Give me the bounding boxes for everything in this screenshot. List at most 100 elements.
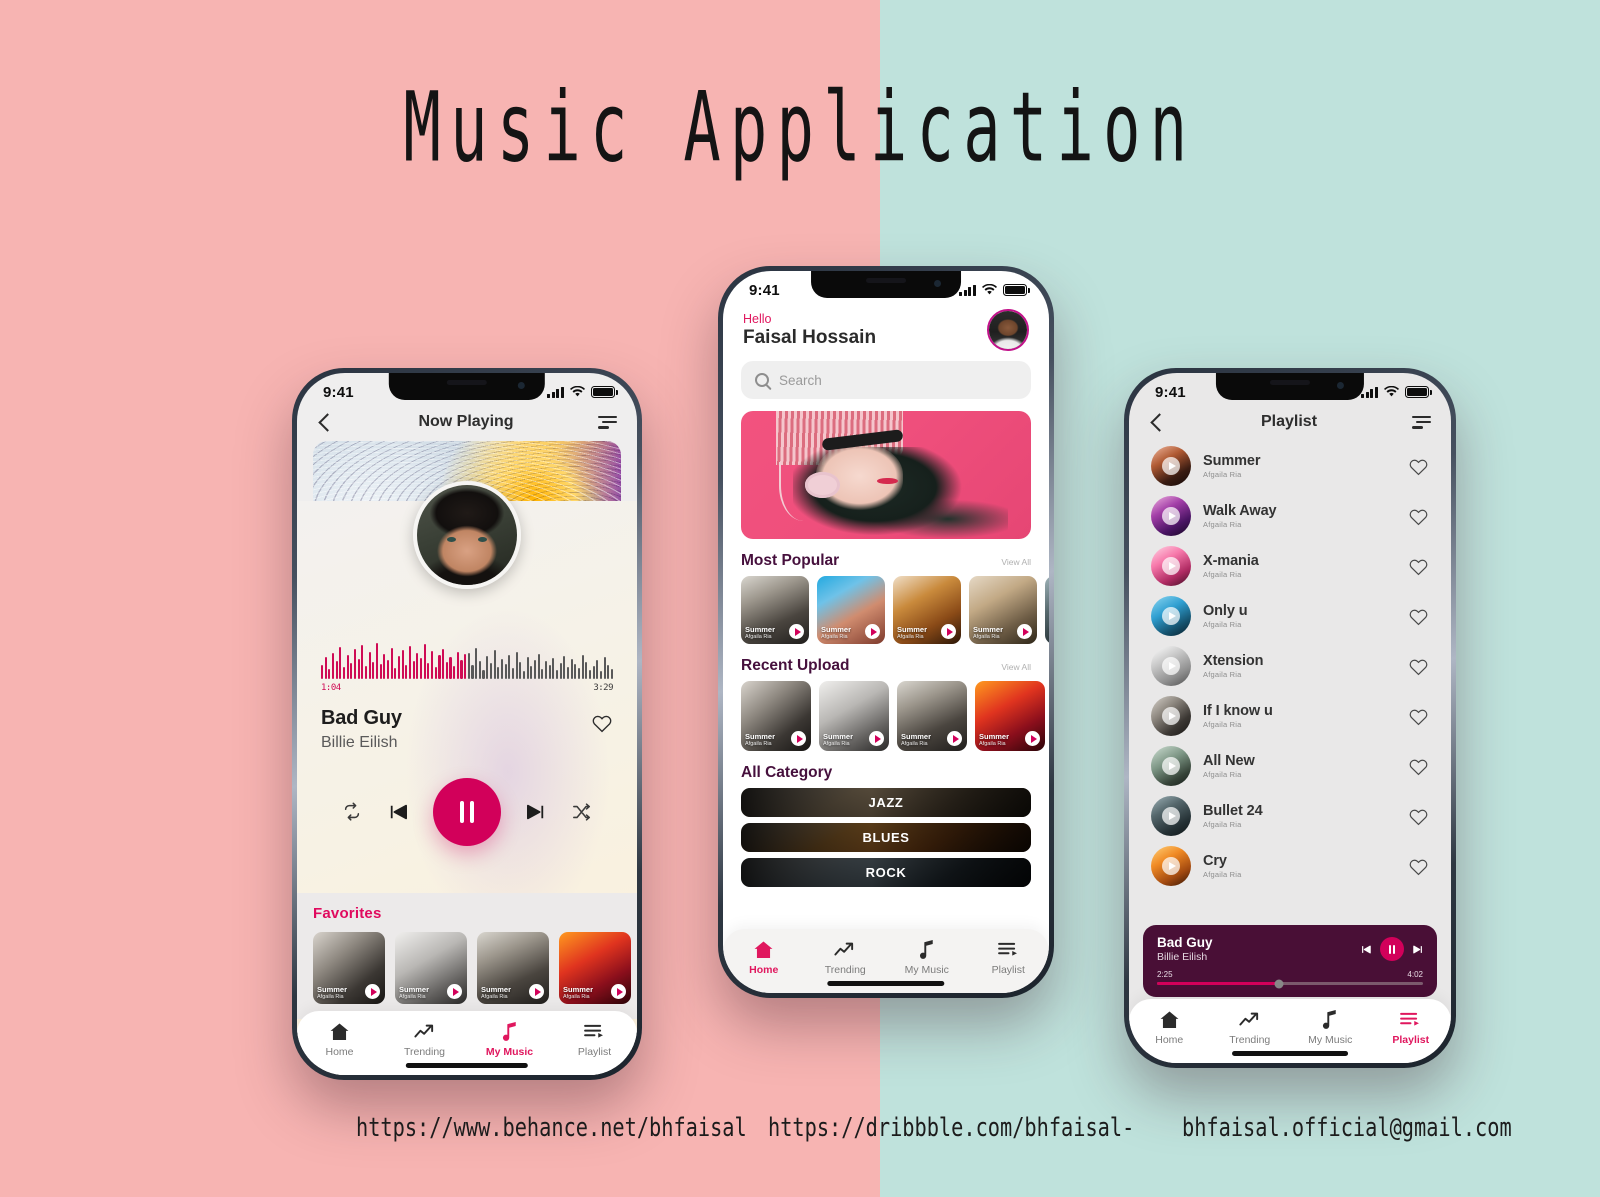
media-card[interactable]: SummerAfgaila Ria: [395, 932, 467, 1004]
tab-trending[interactable]: Trending: [382, 1021, 467, 1058]
playlist-row[interactable]: Cry Afgaila Ria: [1129, 841, 1451, 891]
tab-home[interactable]: Home: [723, 939, 805, 976]
media-card[interactable]: SummerAfgaila Ria: [819, 681, 889, 751]
playlist-row[interactable]: X-mania Afgaila Ria: [1129, 541, 1451, 591]
track-thumbnail[interactable]: [1151, 746, 1191, 786]
next-icon[interactable]: [1413, 944, 1423, 954]
media-card[interactable]: SummerAfgaila Ria: [477, 932, 549, 1004]
tab-trending[interactable]: Trending: [805, 939, 887, 976]
play-icon[interactable]: [1162, 557, 1180, 575]
track-thumbnail[interactable]: [1151, 796, 1191, 836]
play-icon[interactable]: [611, 984, 626, 999]
media-card[interactable]: SummerAfgaila Ria: [741, 576, 809, 644]
play-icon[interactable]: [941, 624, 956, 639]
track-thumbnail[interactable]: [1151, 546, 1191, 586]
category-row[interactable]: BLUES: [741, 823, 1031, 852]
tab-my-music[interactable]: My Music: [467, 1021, 552, 1058]
tab-playlist[interactable]: Playlist: [552, 1021, 637, 1058]
play-icon[interactable]: [1025, 731, 1040, 746]
back-chevron-icon[interactable]: [318, 412, 337, 432]
avatar[interactable]: [987, 309, 1029, 351]
play-icon[interactable]: [1162, 807, 1180, 825]
track-thumbnail[interactable]: [1151, 846, 1191, 886]
play-icon[interactable]: [447, 984, 462, 999]
favorite-heart-icon[interactable]: [1408, 507, 1429, 526]
tab-my-music[interactable]: My Music: [1290, 1009, 1371, 1046]
playlist-row[interactable]: Xtension Afgaila Ria: [1129, 641, 1451, 691]
play-icon[interactable]: [789, 624, 804, 639]
tab-playlist[interactable]: Playlist: [968, 939, 1050, 976]
tab-home[interactable]: Home: [1129, 1009, 1210, 1046]
play-icon[interactable]: [1162, 657, 1180, 675]
mini-player-progress[interactable]: [1157, 979, 1423, 988]
most-popular-view-all[interactable]: View All: [1001, 557, 1031, 567]
favorites-row[interactable]: Summer Afgaila Ria Summer Afgaila Ria Summer…: [313, 932, 637, 1004]
play-icon[interactable]: [529, 984, 544, 999]
category-list[interactable]: JAZZ BLUES ROCK: [723, 788, 1049, 887]
tab-trending[interactable]: Trending: [1210, 1009, 1291, 1046]
play-icon[interactable]: [865, 624, 880, 639]
play-icon[interactable]: [1162, 457, 1180, 475]
playlist-row[interactable]: If I know u Afgaila Ria: [1129, 691, 1451, 741]
play-icon[interactable]: [365, 984, 380, 999]
progress-knob[interactable]: [1274, 979, 1284, 988]
favorite-heart-icon[interactable]: [1408, 657, 1429, 676]
media-card[interactable]: SummerAfgaila Ria: [817, 576, 885, 644]
favorite-heart-icon[interactable]: [1408, 457, 1429, 476]
play-pause-button[interactable]: [433, 778, 501, 846]
recent-upload-row[interactable]: Summer Afgaila Ria Summer Afgaila Ria Summer…: [741, 681, 1049, 751]
playlist-row[interactable]: Only u Afgaila Ria: [1129, 591, 1451, 641]
previous-icon[interactable]: [1361, 944, 1371, 954]
favorite-heart-icon[interactable]: [591, 713, 613, 733]
favorite-heart-icon[interactable]: [1408, 607, 1429, 626]
next-icon[interactable]: [525, 801, 547, 823]
track-thumbnail[interactable]: [1151, 696, 1191, 736]
play-icon[interactable]: [869, 731, 884, 746]
favorite-heart-icon[interactable]: [1408, 857, 1429, 876]
media-card[interactable]: SummerAfgaila Ria: [559, 932, 631, 1004]
playlist-row[interactable]: Summer Afgaila Ria: [1129, 441, 1451, 491]
repeat-icon[interactable]: [341, 801, 363, 823]
favorite-heart-icon[interactable]: [1408, 807, 1429, 826]
media-card[interactable]: SummerAfgaila Ria: [1045, 576, 1049, 644]
track-thumbnail[interactable]: [1151, 496, 1191, 536]
category-row[interactable]: ROCK: [741, 858, 1031, 887]
play-icon[interactable]: [1162, 707, 1180, 725]
play-icon[interactable]: [1017, 624, 1032, 639]
menu-icon[interactable]: [598, 415, 617, 429]
tab-home[interactable]: Home: [297, 1021, 382, 1058]
mini-player[interactable]: Bad Guy Billie Eilish 2:25 4:02: [1143, 925, 1437, 997]
play-pause-button[interactable]: [1380, 937, 1404, 961]
media-card[interactable]: SummerAfgaila Ria: [741, 681, 811, 751]
media-card[interactable]: SummerAfgaila Ria: [313, 932, 385, 1004]
media-card[interactable]: SummerAfgaila Ria: [893, 576, 961, 644]
dribbble-link[interactable]: https://dribbble.com/bhfaisal-: [768, 1113, 1134, 1143]
favorite-heart-icon[interactable]: [1408, 757, 1429, 776]
most-popular-row[interactable]: Summer Afgaila Ria Summer Afgaila Ria Summer…: [741, 576, 1049, 644]
track-thumbnail[interactable]: [1151, 646, 1191, 686]
search-input[interactable]: Search: [741, 361, 1031, 399]
tab-playlist[interactable]: Playlist: [1371, 1009, 1452, 1046]
media-card[interactable]: SummerAfgaila Ria: [969, 576, 1037, 644]
play-icon[interactable]: [1162, 757, 1180, 775]
tab-my-music[interactable]: My Music: [886, 939, 968, 976]
play-icon[interactable]: [1162, 507, 1180, 525]
waveform[interactable]: [320, 633, 614, 679]
media-card[interactable]: SummerAfgaila Ria: [897, 681, 967, 751]
behance-link[interactable]: https://www.behance.net/bhfaisal: [356, 1113, 747, 1143]
category-row[interactable]: JAZZ: [741, 788, 1031, 817]
play-icon[interactable]: [1162, 857, 1180, 875]
play-icon[interactable]: [791, 731, 806, 746]
previous-icon[interactable]: [387, 801, 409, 823]
playlist-row[interactable]: Bullet 24 Afgaila Ria: [1129, 791, 1451, 841]
hero-banner[interactable]: [741, 411, 1031, 539]
media-card[interactable]: SummerAfgaila Ria: [975, 681, 1045, 751]
playlist-row[interactable]: Walk Away Afgaila Ria: [1129, 491, 1451, 541]
recent-upload-view-all[interactable]: View All: [1001, 662, 1031, 672]
menu-icon[interactable]: [1412, 415, 1431, 429]
shuffle-icon[interactable]: [571, 801, 593, 823]
email-link[interactable]: bhfaisal.official@gmail.com: [1182, 1113, 1512, 1143]
favorite-heart-icon[interactable]: [1408, 557, 1429, 576]
play-icon[interactable]: [947, 731, 962, 746]
playlist-row[interactable]: All New Afgaila Ria: [1129, 741, 1451, 791]
